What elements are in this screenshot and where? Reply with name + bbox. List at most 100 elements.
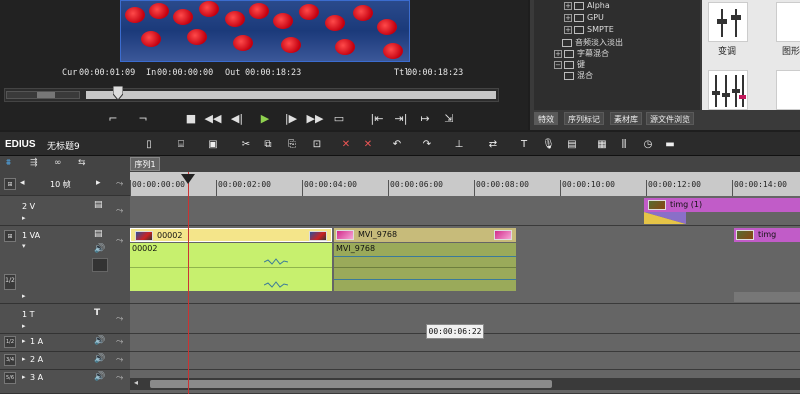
speaker-icon[interactable]: 🔊 bbox=[94, 244, 105, 254]
track-1va[interactable]: 00002 MVI_9768 timg 00002 MVI_9768 bbox=[130, 226, 800, 304]
expand-icon[interactable]: ▸ bbox=[22, 355, 26, 363]
overwrite-icon[interactable]: ⇥| bbox=[392, 110, 410, 128]
tree-item-alpha[interactable]: + Alpha bbox=[564, 1, 610, 10]
insert-icon[interactable]: |⇤ bbox=[368, 110, 386, 128]
paste-icon[interactable]: ⎘ bbox=[286, 138, 298, 152]
clip-mvi-9768-audio[interactable]: MVI_9768 bbox=[334, 243, 516, 291]
zoom-left-icon[interactable]: ◂ bbox=[20, 178, 25, 188]
expander-icon[interactable]: + bbox=[564, 2, 572, 10]
add-cut-icon[interactable]: ⊥ bbox=[452, 138, 466, 152]
track-header-2a[interactable]: 3/4 ▸ 2 A 🔊 ⤳ bbox=[0, 352, 130, 370]
channel-map-icon[interactable]: 1/2 bbox=[4, 274, 16, 290]
clip-00002-audio[interactable]: 00002 bbox=[130, 243, 332, 291]
transition-marker[interactable] bbox=[644, 212, 686, 224]
clip-mvi-9768-video[interactable]: MVI_9768 bbox=[334, 228, 516, 242]
timeline-ruler[interactable]: 00:00:00:00 00:00:02:00 00:00:04:00 00:0… bbox=[130, 172, 800, 196]
lock-icon[interactable]: ⊞ bbox=[4, 230, 16, 242]
timeline-playhead[interactable] bbox=[188, 172, 189, 394]
set-in-icon[interactable]: ⌐ bbox=[106, 110, 120, 128]
trim-icon[interactable]: ↦ bbox=[416, 110, 434, 128]
play-icon[interactable]: ▶ bbox=[258, 110, 272, 128]
stop-icon[interactable]: ■ bbox=[184, 110, 198, 128]
expand-icon[interactable]: ▸ bbox=[22, 373, 26, 381]
copy-icon[interactable]: ⧉ bbox=[262, 138, 274, 152]
channel-map-icon[interactable]: 1/2 bbox=[4, 336, 16, 348]
render-icon[interactable]: ▤ bbox=[564, 138, 580, 152]
mode-icon[interactable]: ⇄ bbox=[484, 138, 502, 152]
speaker-icon[interactable]: 🔊 bbox=[94, 336, 105, 346]
expand-icon[interactable]: ▸ bbox=[22, 322, 26, 330]
track-header-1a[interactable]: 1/2 ▸ 1 A 🔊 ⤳ bbox=[0, 334, 130, 352]
track-header-3a[interactable]: 5/6 ▸ 3 A 🔊 ⤳ bbox=[0, 370, 130, 394]
layout-icon[interactable]: ▬ bbox=[662, 138, 678, 152]
track-2a[interactable] bbox=[130, 352, 800, 370]
effect-thumb-eq[interactable] bbox=[708, 70, 748, 110]
scroll-left-icon[interactable]: ◂ bbox=[134, 378, 138, 387]
tree-item-smpte[interactable]: + SMPTE bbox=[564, 25, 614, 34]
clock-icon[interactable]: ◷ bbox=[642, 138, 654, 152]
position-head[interactable] bbox=[113, 86, 123, 100]
clip-00002-video[interactable]: 00002 bbox=[130, 228, 332, 242]
tab-bin[interactable]: 素材库 bbox=[610, 112, 642, 125]
track-header-1va[interactable]: ⊞ 1 VA ▤ 🔊 ⤳ 1/2 ▾ ▸ bbox=[0, 226, 130, 304]
scrollbar-thumb[interactable] bbox=[150, 380, 552, 388]
tree-item-audio-fade[interactable]: 音频淡入淡出 bbox=[562, 37, 623, 48]
expander-icon[interactable]: − bbox=[554, 61, 562, 69]
mixer-icon[interactable]: ⫼ bbox=[618, 138, 630, 152]
speaker-icon[interactable]: 🔊 bbox=[94, 372, 105, 382]
replace-icon[interactable]: ⊡ bbox=[310, 138, 324, 152]
volume-line[interactable] bbox=[334, 256, 516, 257]
cut-icon[interactable]: ✂ bbox=[240, 138, 252, 152]
shuttle-slider[interactable] bbox=[6, 91, 80, 99]
expand-icon[interactable]: ▸ bbox=[22, 214, 26, 222]
tab-sequence-markers[interactable]: 序列标记 bbox=[564, 112, 604, 125]
grid-icon[interactable]: ▦ bbox=[596, 138, 608, 152]
zoom-right-icon[interactable]: ▸ bbox=[96, 178, 101, 188]
speaker-icon[interactable]: 🔊 bbox=[94, 354, 105, 364]
step-back-icon[interactable]: ◀| bbox=[230, 110, 244, 128]
redo-icon[interactable]: ↷ bbox=[420, 138, 434, 152]
snap-icon[interactable]: ⇶ bbox=[30, 158, 38, 168]
export-icon[interactable]: ⇲ bbox=[440, 110, 458, 128]
link-icon[interactable]: ∞ bbox=[54, 158, 62, 168]
step-forward-icon[interactable]: |▶ bbox=[284, 110, 298, 128]
loop-icon[interactable]: ▭ bbox=[332, 110, 346, 128]
set-out-icon[interactable]: ¬ bbox=[136, 110, 150, 128]
tab-effects[interactable]: 特效 bbox=[534, 112, 558, 125]
zoom-level[interactable]: 10 帧 bbox=[50, 179, 71, 190]
effect-thumb-pitch[interactable] bbox=[708, 2, 748, 42]
tab-sequence[interactable]: 序列1 bbox=[130, 157, 160, 171]
waveform-toggle[interactable] bbox=[92, 258, 108, 272]
channel-map-icon[interactable]: 3/4 bbox=[4, 354, 16, 366]
effect-thumb-graphic[interactable] bbox=[776, 2, 800, 42]
ripple-delete-icon[interactable]: ✕ bbox=[360, 138, 376, 152]
clip-timg-2-audio[interactable] bbox=[734, 292, 800, 302]
microphone-icon[interactable]: 🎙 bbox=[542, 138, 555, 152]
expander-icon[interactable]: + bbox=[564, 26, 572, 34]
ripple-icon[interactable]: ⤳ bbox=[116, 236, 123, 246]
expand-icon[interactable]: ▸ bbox=[22, 337, 26, 345]
clip-timg-2[interactable]: timg bbox=[734, 228, 800, 242]
expander-icon[interactable]: + bbox=[564, 14, 572, 22]
expander-icon[interactable]: + bbox=[554, 50, 562, 58]
delete-icon[interactable]: ✕ bbox=[338, 138, 354, 152]
title-icon[interactable]: T bbox=[518, 138, 530, 152]
tree-item-gpu[interactable]: + GPU bbox=[564, 13, 604, 22]
rewind-icon[interactable]: ◀◀ bbox=[204, 110, 222, 128]
video-track-icon[interactable]: ▤ bbox=[94, 200, 103, 210]
ripple-icon[interactable]: ⤳ bbox=[116, 355, 123, 365]
title-track-icon[interactable]: T bbox=[94, 308, 100, 318]
playhead-handle[interactable] bbox=[181, 174, 195, 184]
track-header-2v[interactable]: 2 V ▤ ⤳ ▸ bbox=[0, 196, 130, 226]
ripple-icon[interactable]: ⤳ bbox=[116, 314, 123, 324]
tree-item-blend[interactable]: 混合 bbox=[564, 70, 593, 81]
ripple-icon[interactable]: ⤳ bbox=[116, 373, 123, 383]
shuttle-thumb[interactable] bbox=[37, 92, 55, 98]
tree-item-title-mix[interactable]: + 字幕混合 bbox=[554, 48, 609, 59]
track-view-icon[interactable]: ⩩ bbox=[6, 158, 11, 168]
undo-icon[interactable]: ↶ bbox=[390, 138, 404, 152]
tab-source-browser[interactable]: 源文件浏览 bbox=[646, 112, 694, 125]
volume-line[interactable] bbox=[334, 279, 516, 280]
new-sequence-icon[interactable]: ▯ bbox=[142, 138, 156, 152]
channel-map-icon[interactable]: 5/6 bbox=[4, 372, 16, 384]
